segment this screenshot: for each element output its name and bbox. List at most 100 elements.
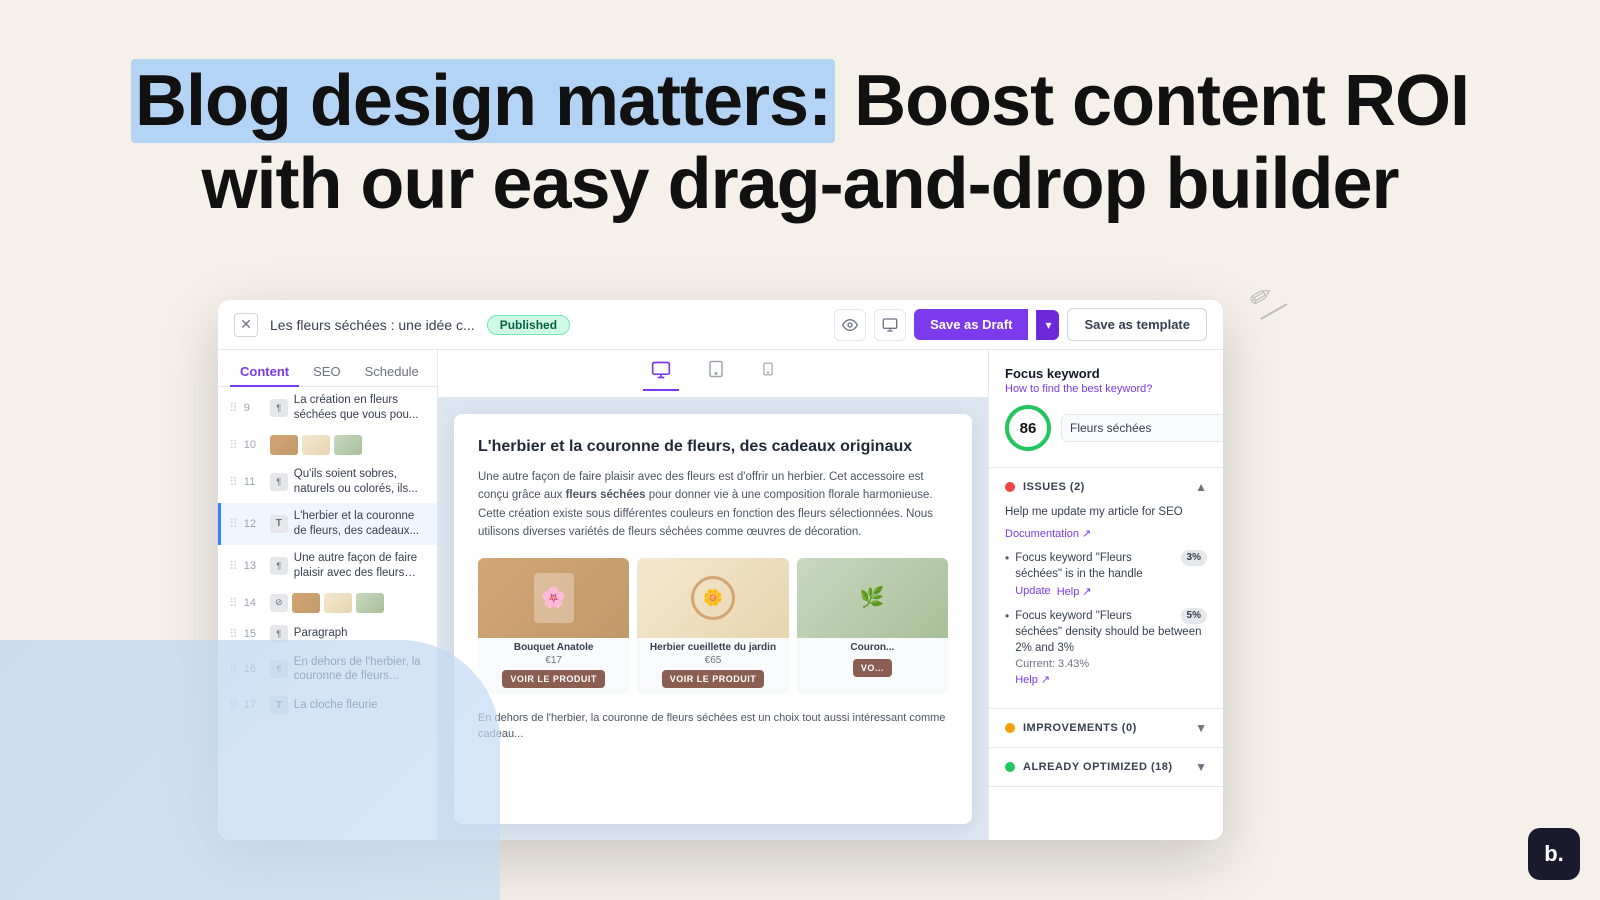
sidebar-item-9[interactable]: ⠿ 9 ¶ La création en fleurs séchées que … bbox=[218, 387, 437, 429]
section-heading: L'herbier et la couronne de fleurs, des … bbox=[478, 438, 948, 456]
close-button[interactable]: ✕ bbox=[234, 313, 258, 337]
improvements-left: IMPROVEMENTS (0) bbox=[1005, 722, 1137, 734]
section-body-text: Une autre façon de faire plaisir avec de… bbox=[478, 468, 948, 542]
item-num: 12 bbox=[244, 518, 264, 530]
improvements-label: IMPROVEMENTS (0) bbox=[1023, 722, 1137, 734]
issues-section-left: ISSUES (2) bbox=[1005, 481, 1085, 493]
item-icons: ¶ bbox=[270, 473, 288, 491]
item-type-icon: ¶ bbox=[270, 473, 288, 491]
optimized-left: ALREADY OPTIMIZED (18) bbox=[1005, 761, 1173, 773]
thumb3 bbox=[356, 593, 384, 613]
issues-label: ISSUES (2) bbox=[1023, 481, 1085, 493]
doc-title: Les fleurs séchées : une idée c... bbox=[270, 317, 475, 333]
product-name-3: Couron... bbox=[797, 638, 948, 655]
item-num: 15 bbox=[244, 628, 264, 640]
item-label: Qu'ils soient sobres, naturels ou coloré… bbox=[294, 467, 429, 497]
main-content-wrapper: L'herbier et la couronne de fleurs, des … bbox=[438, 350, 988, 840]
drag-handle[interactable]: ⠿ bbox=[229, 401, 238, 415]
device-switcher-bar bbox=[438, 350, 988, 398]
drag-handle[interactable]: ⠿ bbox=[229, 627, 238, 641]
documentation-link[interactable]: Documentation ↗ bbox=[1005, 528, 1091, 540]
issue-links-1: Update Help ↗ bbox=[1015, 585, 1207, 598]
save-draft-button[interactable]: Save as Draft bbox=[914, 309, 1028, 340]
issue-current-2: Current: 3.43% bbox=[1015, 658, 1207, 670]
issues-body: Help me update my article for SEO Docume… bbox=[989, 506, 1223, 708]
optimized-header[interactable]: ALREADY OPTIMIZED (18) ▼ bbox=[989, 748, 1223, 786]
issue-help-link-1[interactable]: Help ↗ bbox=[1057, 585, 1092, 598]
focus-keyword-title: Focus keyword bbox=[1005, 366, 1207, 381]
thumb2 bbox=[324, 593, 352, 613]
drag-handle[interactable]: ⠿ bbox=[229, 517, 238, 531]
issue-badge-2: 5% bbox=[1181, 608, 1207, 624]
thumb-icon-2 bbox=[302, 435, 330, 455]
product-grid: 🌸 Bouquet Anatole €17 VOIR LE PRODUIT bbox=[478, 558, 948, 694]
monitor-icon[interactable] bbox=[874, 309, 906, 341]
seo-score-circle: 86 bbox=[1005, 405, 1051, 451]
optimized-section: ALREADY OPTIMIZED (18) ▼ bbox=[989, 748, 1223, 787]
desktop-device-icon[interactable] bbox=[643, 356, 679, 391]
item-label: La création en fleurs séchées que vous p… bbox=[294, 393, 429, 423]
find-best-keyword-link[interactable]: How to find the best keyword? bbox=[1005, 383, 1207, 395]
tab-seo[interactable]: SEO bbox=[303, 358, 350, 387]
editor-page-content: L'herbier et la couronne de fleurs, des … bbox=[454, 414, 972, 824]
drag-handle[interactable]: ⠿ bbox=[229, 475, 238, 489]
product-cta-3[interactable]: VO... bbox=[853, 659, 892, 677]
issue-item-2: • 5% Focus keyword "Fleurs séchées" dens… bbox=[1005, 608, 1207, 686]
sidebar-item-12[interactable]: ⠿ 12 T L'herbier et la couronne de fleur… bbox=[218, 503, 437, 545]
focus-keyword-section: Focus keyword How to find the best keywo… bbox=[989, 350, 1223, 468]
issue-update-link-1[interactable]: Update bbox=[1015, 585, 1050, 598]
optimized-label: ALREADY OPTIMIZED (18) bbox=[1023, 761, 1173, 773]
sidebar-item-13[interactable]: ⠿ 13 ¶ Une autre façon de faire plaisir … bbox=[218, 545, 437, 587]
item-label: L'herbier et la couronne de fleurs, des … bbox=[294, 509, 429, 539]
product-name-1: Bouquet Anatole bbox=[478, 638, 629, 655]
sidebar-item-11[interactable]: ⠿ 11 ¶ Qu'ils soient sobres, naturels ou… bbox=[218, 461, 437, 503]
save-draft-dropdown[interactable]: ▾ bbox=[1036, 310, 1059, 340]
editor-area[interactable]: L'herbier et la couronne de fleurs, des … bbox=[438, 398, 988, 840]
drag-handle[interactable]: ⠿ bbox=[229, 559, 238, 573]
tab-content[interactable]: Content bbox=[230, 358, 299, 387]
pen-decoration-icon: ✏ bbox=[1243, 273, 1287, 320]
item-icons: ¶ bbox=[270, 399, 288, 417]
product-price-3 bbox=[797, 655, 948, 659]
titlebar-actions: Save as Draft ▾ Save as template bbox=[834, 308, 1207, 341]
mobile-device-icon[interactable] bbox=[753, 356, 783, 391]
product-price-2: €65 bbox=[637, 655, 788, 670]
product-cta-1[interactable]: VOIR LE PRODUIT bbox=[502, 670, 605, 688]
focus-keyword-input[interactable] bbox=[1061, 414, 1223, 442]
improvements-dot-icon bbox=[1005, 723, 1015, 733]
product-cta-2[interactable]: VOIR LE PRODUIT bbox=[662, 670, 765, 688]
issue-bullet-2: • bbox=[1005, 609, 1009, 623]
issue-bullet-1: • bbox=[1005, 551, 1009, 565]
issue-help-link-2[interactable]: Help ↗ bbox=[1015, 673, 1050, 686]
published-badge: Published bbox=[487, 315, 570, 335]
window-titlebar: ✕ Les fleurs séchées : une idée c... Pub… bbox=[218, 300, 1223, 350]
preview-icon[interactable] bbox=[834, 309, 866, 341]
improvements-header[interactable]: IMPROVEMENTS (0) ▼ bbox=[989, 709, 1223, 747]
issue-text-2: 5% Focus keyword "Fleurs séchées" densit… bbox=[1015, 608, 1207, 656]
tab-schedule[interactable]: Schedule bbox=[355, 358, 429, 387]
tablet-device-icon[interactable] bbox=[699, 356, 733, 391]
optimized-dot-icon bbox=[1005, 762, 1015, 772]
item-num: 9 bbox=[244, 402, 264, 414]
product-image-2: 🌼 bbox=[637, 558, 788, 638]
issue-content-2: 5% Focus keyword "Fleurs séchées" densit… bbox=[1015, 608, 1207, 686]
item-icons: ⊘ bbox=[270, 593, 384, 613]
item-num: 10 bbox=[244, 439, 264, 451]
issues-dot-icon bbox=[1005, 482, 1015, 492]
thumb-icon-3 bbox=[334, 435, 362, 455]
drag-handle[interactable]: ⠿ bbox=[229, 438, 238, 452]
issue-text-1: 3% Focus keyword "Fleurs séchées" is in … bbox=[1015, 550, 1207, 582]
save-template-button[interactable]: Save as template bbox=[1067, 308, 1207, 341]
sidebar-item-14[interactable]: ⠿ 14 ⊘ bbox=[218, 587, 437, 619]
footer-paragraph: En dehors de l'herbier, la couronne de f… bbox=[478, 710, 948, 743]
hero-title: Blog design matters: Boost content ROI w… bbox=[20, 60, 1580, 226]
issue-links-2: Help ↗ bbox=[1015, 673, 1207, 686]
issues-section-header[interactable]: ISSUES (2) ▲ bbox=[989, 468, 1223, 506]
item-icons bbox=[270, 435, 362, 455]
sidebar-item-10[interactable]: ⠿ 10 bbox=[218, 429, 437, 461]
drag-handle[interactable]: ⠿ bbox=[229, 596, 238, 610]
product-price-1: €17 bbox=[478, 655, 629, 670]
issue-badge-1: 3% bbox=[1181, 550, 1207, 566]
item-num: 11 bbox=[244, 476, 264, 488]
hero-section: Blog design matters: Boost content ROI w… bbox=[0, 0, 1600, 266]
